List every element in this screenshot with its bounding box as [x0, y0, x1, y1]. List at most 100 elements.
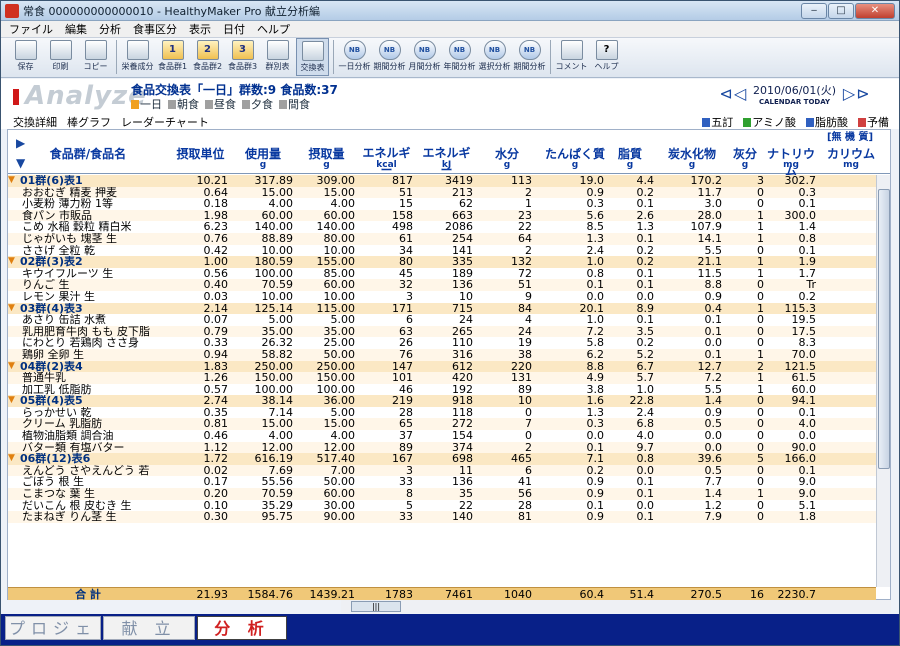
option-left-0[interactable]: 交換詳細	[13, 114, 57, 130]
toolbar-button-10[interactable]: NB 期間分析	[373, 38, 406, 76]
horizontal-scrollbar[interactable]: |||	[341, 600, 891, 613]
table-row[interactable]: 乳用肥育牛肉 もも 皮下脂 0.79 35.00 35.00 63 265 24 7.2 3.5…	[8, 326, 876, 338]
cell-2: 150.00	[254, 371, 294, 385]
tab-1[interactable]: 献 立	[103, 616, 195, 640]
toolbar-button-14[interactable]: NB 期間分析	[513, 38, 546, 76]
group-row[interactable]: ▼ 01群(6)表1 10.21 317.89 309.00 817 3419 113 19.0…	[8, 175, 876, 187]
option-left-1[interactable]: 棒グラフ	[67, 114, 111, 130]
toolbar-button-0[interactable]: 保存	[9, 38, 42, 76]
menu-item-1[interactable]: 編集	[65, 21, 87, 37]
meal-option-4[interactable]: 間食	[279, 96, 310, 112]
food-name: 小麦粉 薄力粉 1等	[22, 198, 113, 210]
toolbar-button-2[interactable]: コピー	[79, 38, 112, 76]
table-row[interactable]: おおむぎ 精麦 押麦 0.64 15.00 15.00 51 213 2 0.9 0.2 11.7…	[8, 186, 876, 199]
date-display[interactable]: 2010/06/01(火)	[753, 82, 836, 98]
group-row[interactable]: ▼ 02群(3)表2 1.00 180.59 155.00 80 335 132 1.0 0.2 2…	[8, 256, 876, 268]
toolbar-button-3[interactable]: 栄養成分	[121, 38, 154, 76]
total-label: 合 計	[75, 588, 101, 601]
table-row[interactable]: バター類 有塩バター 1.12 12.00 12.00 89 374 2 0.1 9.7 0.0 0…	[8, 442, 876, 454]
group-row[interactable]: ▼ 05群(4)表5 2.74 38.14 36.00 219 918 10 1.6 22.8 1.…	[8, 395, 876, 407]
meal-option-2[interactable]: 昼食	[205, 96, 236, 112]
tab-2[interactable]: 分 析	[197, 616, 287, 640]
table-row[interactable]: 小麦粉 薄力粉 1等 0.18 4.00 4.00 15 62 1 0.3 0.1 3.0 0 0.1	[8, 198, 876, 210]
group-row[interactable]: ▼ 04群(2)表4 1.83 250.00 250.00 147 612 220 8.8 6.7…	[8, 360, 876, 373]
option-right-0[interactable]: 五訂	[702, 114, 733, 130]
group-row[interactable]: ▼ 03群(4)表3 2.14 125.14 115.00 171 715 84 20.1 8.9…	[8, 302, 876, 315]
food-name: 普通牛乳	[22, 372, 66, 384]
collapse-all-icon[interactable]: ▼	[16, 156, 25, 170]
calendar-link[interactable]: CALENDAR	[759, 98, 801, 106]
checkbox-icon	[205, 100, 213, 109]
group-expand-icon[interactable]: ▼	[8, 303, 15, 315]
group-expand-icon[interactable]: ▼	[8, 361, 15, 373]
menu-item-5[interactable]: 日付	[223, 21, 245, 37]
table-row[interactable]: こめ 水稲 穀粒 精白米 6.23 140.00 140.00 498 2086 22 8.5…	[8, 221, 876, 233]
table-row[interactable]: あさり 缶詰 水煮 0.07 5.00 5.00 6 24 4 1.0 0.1 0.1 0 19.5	[8, 314, 876, 326]
option-left-2[interactable]: レーダーチャート	[121, 114, 209, 130]
table-row[interactable]: キウイフルーツ 生 0.56 100.00 85.00 45 189 72 0.8 0.1 11.…	[8, 268, 876, 280]
table-row[interactable]: クリーム 乳脂肪 0.81 15.00 15.00 65 272 7 0.3 6.8 0.5 0 4.…	[8, 418, 876, 431]
table-row[interactable]: えんどう さやえんどう 若 0.02 7.69 7.00 3 11 6 0.2 0.0 0.5 0 0…	[8, 465, 876, 477]
table-row[interactable]: らっかせい 乾 0.35 7.14 5.00 28 118 0 1.3 2.4 0.9 0 0.1	[8, 407, 876, 419]
vertical-scrollbar[interactable]	[876, 175, 890, 587]
first-arrow-icon[interactable]: ⊲	[719, 84, 733, 104]
toolbar-button-8[interactable]: 交換表	[296, 38, 329, 76]
meal-option-1[interactable]: 朝食	[168, 96, 199, 112]
cell-4: 817	[392, 175, 413, 187]
cell-6: 131	[511, 371, 532, 385]
table-row[interactable]: こまつな 葉 生 0.20 70.59 60.00 8 35 56 0.9 0.1 1.4 1 9.0	[8, 488, 876, 500]
table-row[interactable]: 普通牛乳 1.26 150.00 150.00 101 420 131 4.9 5.7 7.2 1 6…	[8, 372, 876, 384]
group-expand-icon[interactable]: ▼	[8, 175, 15, 187]
menu-item-4[interactable]: 表示	[189, 21, 211, 37]
meal-option-3[interactable]: 夕食	[242, 96, 273, 112]
toolbar-button-11[interactable]: NB 月間分析	[408, 38, 441, 76]
close-button[interactable]: ✕	[855, 3, 895, 19]
table-row[interactable]: 食パン 市販品 1.98 60.00 60.00 158 663 23 5.6 2.6 28.0 1…	[8, 210, 876, 222]
last-arrow-icon[interactable]: ⊳	[856, 84, 870, 104]
column-header-0[interactable]: 食品群/食品名	[33, 145, 143, 162]
minimize-button[interactable]: ‒	[801, 3, 827, 19]
table-row[interactable]: だいこん 根 皮むき 生 0.10 35.29 30.00 5 22 28 0.1 0.0 1.2…	[8, 500, 876, 512]
prev-arrow-icon[interactable]: ◁	[733, 84, 747, 104]
menu-item-3[interactable]: 食事区分	[133, 21, 177, 37]
toolbar-button-1[interactable]: 印刷	[44, 38, 77, 76]
meal-option-0[interactable]: 一日	[131, 96, 162, 112]
toolbar-button-9[interactable]: NB 一日分析	[338, 38, 371, 76]
menu-item-6[interactable]: ヘルプ	[257, 21, 290, 37]
toolbar-button-7[interactable]: 群別表	[261, 38, 294, 76]
cell-4: 33	[399, 510, 413, 524]
toolbar-button-6[interactable]: 3 食品群3	[226, 38, 259, 76]
expand-all-icon[interactable]: ▶	[16, 136, 25, 150]
maximize-button[interactable]: □	[828, 3, 854, 19]
today-link[interactable]: TODAY	[804, 98, 830, 106]
table-row[interactable]: にわとり 若鶏肉 ささ身 0.33 26.32 25.00 26 110 19 5.8 0.2 0…	[8, 337, 876, 349]
toolbar-button-4[interactable]: 1 食品群1	[156, 38, 189, 76]
tab-0[interactable]: プロジェクト	[5, 616, 101, 645]
group-expand-icon[interactable]: ▼	[8, 256, 15, 268]
table-row[interactable]: 鶏卵 全卵 生 0.94 58.82 50.00 76 316 38 6.2 5.2 0.1 1 70…	[8, 349, 876, 361]
table-row[interactable]: 植物油脂類 調合油 0.46 4.00 4.00 37 154 0 0.0 4.0 0.0 0 0.0	[8, 430, 876, 442]
table-row[interactable]: たまねぎ りん茎 生 0.30 95.75 90.00 33 140 81 0.9 0.1 7.9…	[8, 511, 876, 523]
toolbar-button-13[interactable]: NB 選択分析	[478, 38, 511, 76]
group-expand-icon[interactable]: ▼	[8, 453, 15, 465]
meal-label: 朝食	[177, 98, 199, 111]
toolbar-button-15[interactable]: コメント	[555, 38, 588, 76]
table-row[interactable]: りんご 生 0.40 70.59 60.00 32 136 51 0.1 0.1 8.8 0 Tr	[8, 279, 876, 291]
toolbar-glyph-icon: NB	[518, 40, 541, 60]
table-row[interactable]: じゃがいも 塊茎 生 0.76 88.89 80.00 61 254 64 1.3 0.1 14.…	[8, 233, 876, 245]
table-row[interactable]: ささげ 全粒 乾 0.42 10.00 10.00 34 141 2 2.4 0.2 5.5 0 0.…	[8, 244, 876, 257]
table-row[interactable]: レモン 果汁 生 0.03 10.00 10.00 3 10 9 0.0 0.0 0.9 0 0.2	[8, 291, 876, 303]
menu-item-2[interactable]: 分析	[99, 21, 121, 37]
meal-filter: 一日 朝食 昼食 夕食 間食	[131, 96, 310, 112]
group-row[interactable]: ▼ 06群(12)表6 1.72 616.19 517.40 167 698 465 7.1 0.…	[8, 453, 876, 465]
column-header-1[interactable]: 摂取単位	[171, 145, 230, 162]
table-row[interactable]: ごぼう 根 生 0.17 55.56 50.00 33 136 41 0.9 0.1 7.7 0 9.…	[8, 476, 876, 488]
option-right-1[interactable]: アミノ酸	[743, 114, 796, 130]
group-expand-icon[interactable]: ▼	[8, 395, 15, 407]
toolbar-button-5[interactable]: 2 食品群2	[191, 38, 224, 76]
next-arrow-icon[interactable]: ▷	[842, 84, 856, 104]
toolbar-button-12[interactable]: NB 年間分析	[443, 38, 476, 76]
table-row[interactable]: 加工乳 低脂肪 0.57 100.00 100.00 46 192 89 3.8 1.0 5.5 1…	[8, 384, 876, 396]
toolbar-button-16[interactable]: ? ヘルプ	[590, 38, 623, 76]
menu-item-0[interactable]: ファイル	[9, 21, 53, 37]
